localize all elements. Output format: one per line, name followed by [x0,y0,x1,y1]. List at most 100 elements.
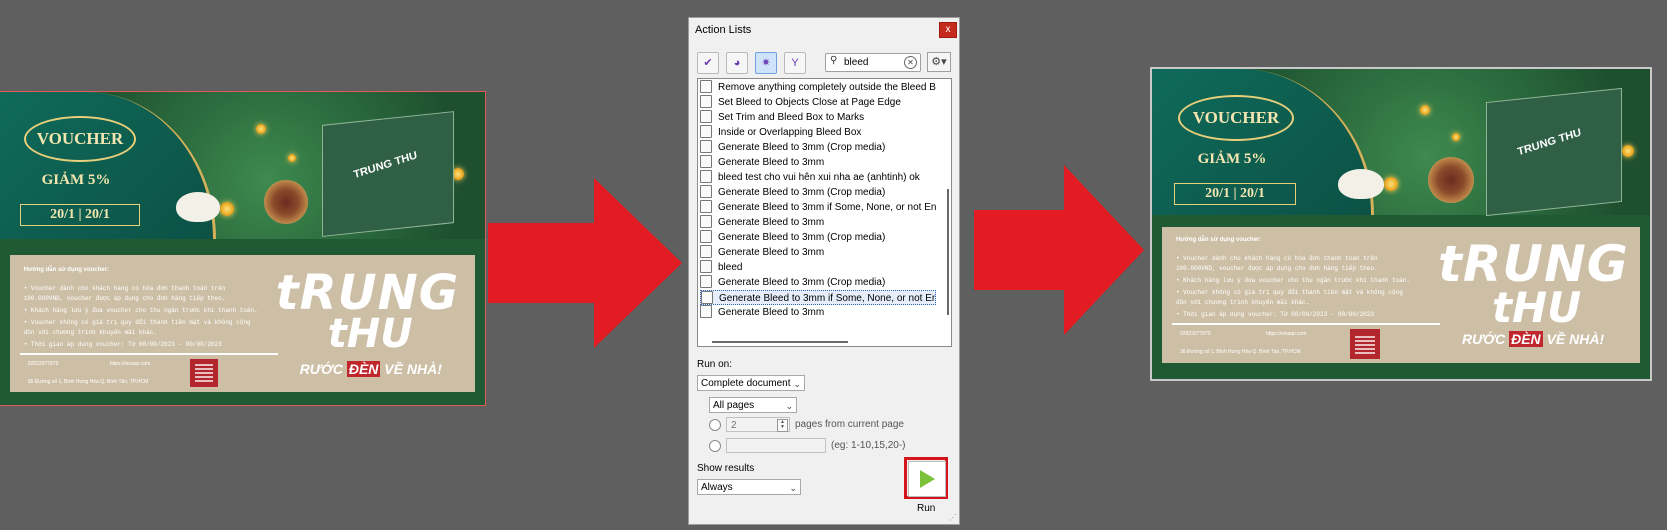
voucher-top-section: VOUCHER GIẢM 5% 20/1 | 20/1 TRUNG THU [1152,69,1650,217]
lantern [1452,133,1460,141]
search-icon: ⚲ [830,55,838,66]
action-list-item[interactable]: Generate Bleed to 3mm (Crop media) [700,185,936,200]
pages-from-label: pages from current page [795,419,904,430]
action-list[interactable]: Remove anything completely outside the B… [697,78,952,347]
guide-line: dồn với chương trình khuyến mãi khác. [1175,299,1310,307]
chevron-down-icon: ⌄ [785,401,793,411]
lantern [1622,145,1634,157]
guide-title: Hướng dẫn sử dụng voucher: [1175,237,1262,244]
run-on-select[interactable]: Complete document ⌄ [697,375,805,391]
pages-from-current-radio[interactable] [709,419,721,431]
action-icon [700,245,712,258]
run-button[interactable] [908,461,946,497]
action-label: Set Bleed to Objects Close at Page Edge [718,97,901,108]
action-icon [700,305,712,318]
action-label: Generate Bleed to 3mm if Some, None, or … [719,293,936,304]
checkmark-filter-button[interactable]: ✔ [697,52,719,74]
phone-text: 02822077879 [1179,331,1211,338]
action-list-item-selected[interactable]: Generate Bleed to 3mm if Some, None, or … [700,290,936,305]
action-icon [700,230,712,243]
resize-grip-icon[interactable]: ⋰ [949,513,957,522]
guide-line: • Thời gian áp dụng voucher: Từ 00/00/20… [23,340,222,348]
address-text: 36 Đường số 1, Bình Hưng Hòa Q. Bình Tân… [27,378,149,385]
tagline-prefix: RƯỚC [299,360,343,377]
gear-filter-button[interactable]: ✷ [755,52,777,74]
gift-box: TRUNG THU [1486,87,1622,217]
voucher-date-right: 20/1 [1240,186,1265,201]
action-icon [700,155,712,168]
separator-line [1171,323,1440,326]
action-icon [700,170,712,183]
clear-search-icon[interactable]: ✕ [904,56,917,69]
action-icon [700,140,712,153]
action-label: Generate Bleed to 3mm (Crop media) [718,142,886,153]
action-icon [700,110,712,123]
guide-line: • Thời gian áp dụng voucher: Từ 00/00/20… [1175,311,1374,319]
action-list-item[interactable]: Generate Bleed to 3mm if Some, None, or … [700,200,936,215]
page-range-input[interactable] [726,438,826,453]
tagline-highlight: ĐÈN [346,360,381,377]
globe-filter-button[interactable]: ◕ [726,52,748,74]
play-icon [920,470,935,488]
action-list-item[interactable]: Generate Bleed to 3mm [700,245,936,260]
guide-line: • Voucher dành cho khách hàng có hóa đơn… [1175,255,1378,263]
voucher-date-separator: | [1233,186,1237,201]
action-list-item[interactable]: Generate Bleed to 3mm [700,155,936,170]
search-box: ⚲ ✕ [825,53,921,72]
pages-select[interactable]: All pages ⌄ [709,397,797,413]
action-list-item[interactable]: Generate Bleed to 3mm [700,305,936,320]
lantern [288,154,296,162]
action-label: Generate Bleed to 3mm (Crop media) [718,187,886,198]
action-list-item[interactable]: Generate Bleed to 3mm (Crop media) [700,140,936,155]
branch-icon: Y [791,57,799,69]
action-lists-dialog: Action Lists x ✔ ◕ ✷ Y ⚲ ✕ ⚙▾ Remove any… [688,17,960,525]
big-word-thu: tHU [327,310,413,357]
guide-line: • Voucher không có giá trị quy đổi thành… [23,318,251,326]
phone-text: 02822077879 [27,360,59,367]
action-list-item[interactable]: Set Bleed to Objects Close at Page Edge [700,95,936,110]
stepper-arrows-icon[interactable]: ▲ ▼ [777,419,788,432]
action-icon [700,185,712,198]
page-range-radio[interactable] [709,440,721,452]
action-label: Generate Bleed to 3mm if Some, None, or … [718,202,936,213]
voucher-title: VOUCHER [24,116,136,162]
guide-line: • Khách hàng lưu ý đưa voucher cho thu n… [23,306,258,314]
tagline-suffix: VỀ NHÀ! [384,360,442,377]
action-icon [700,275,712,288]
action-label: Generate Bleed to 3mm [718,307,825,318]
action-list-item[interactable]: Generate Bleed to 3mm [700,215,936,230]
action-list-item[interactable]: bleed [700,260,936,275]
voucher-date-box: 20/1 | 20/1 [20,204,140,226]
search-input[interactable] [844,55,904,69]
chevron-down-icon: ⌄ [793,379,801,389]
action-list-item[interactable]: Inside or Overlapping Bleed Box [700,125,936,140]
tagline-suffix: VỀ NHÀ! [1546,331,1605,348]
tagline: RƯỚC ĐÈN VỀ NHÀ! [1462,331,1605,348]
action-list-item[interactable]: Set Trim and Bleed Box to Marks [700,110,936,125]
mooncake [264,180,308,224]
guide-line: • Voucher không có giá trị quy đổi thành… [1175,289,1403,297]
action-label: Generate Bleed to 3mm (Crop media) [718,232,886,243]
pages-value: All pages [713,400,755,411]
action-label: bleed [718,262,743,273]
vertical-scrollbar[interactable] [947,189,949,315]
branch-filter-button[interactable]: Y [784,52,806,74]
action-icon [700,200,712,213]
voucher-artwork-after: VOUCHER GIẢM 5% 20/1 | 20/1 TRUNG THU Hư… [1150,67,1652,381]
guide-line: • Voucher dành cho khách hàng có hóa đơn… [23,284,226,292]
show-results-value: Always [701,482,733,493]
run-on-label: Run on: [697,359,733,370]
qr-code [1349,329,1380,360]
voucher-top-section: VOUCHER GIẢM 5% 20/1 | 20/1 TRUNG THU [0,92,485,240]
guide-line: • Khách hàng lưu ý đưa voucher cho thu n… [1175,277,1410,285]
show-results-select[interactable]: Always ⌄ [697,479,801,495]
options-menu-button[interactable]: ⚙▾ [927,52,951,72]
action-list-item[interactable]: bleed test cho vui hên xui nha ae (anhti… [700,170,936,185]
action-list-item[interactable]: Generate Bleed to 3mm (Crop media) [700,230,936,245]
close-button[interactable]: x [939,22,957,38]
horizontal-scrollbar[interactable] [712,341,848,343]
pages-count-stepper[interactable]: 2 ▲ ▼ [726,417,790,432]
action-list-item[interactable]: Generate Bleed to 3mm (Crop media) [700,275,936,290]
dialog-title: Action Lists [695,24,752,36]
action-list-item[interactable]: Remove anything completely outside the B… [700,80,936,95]
